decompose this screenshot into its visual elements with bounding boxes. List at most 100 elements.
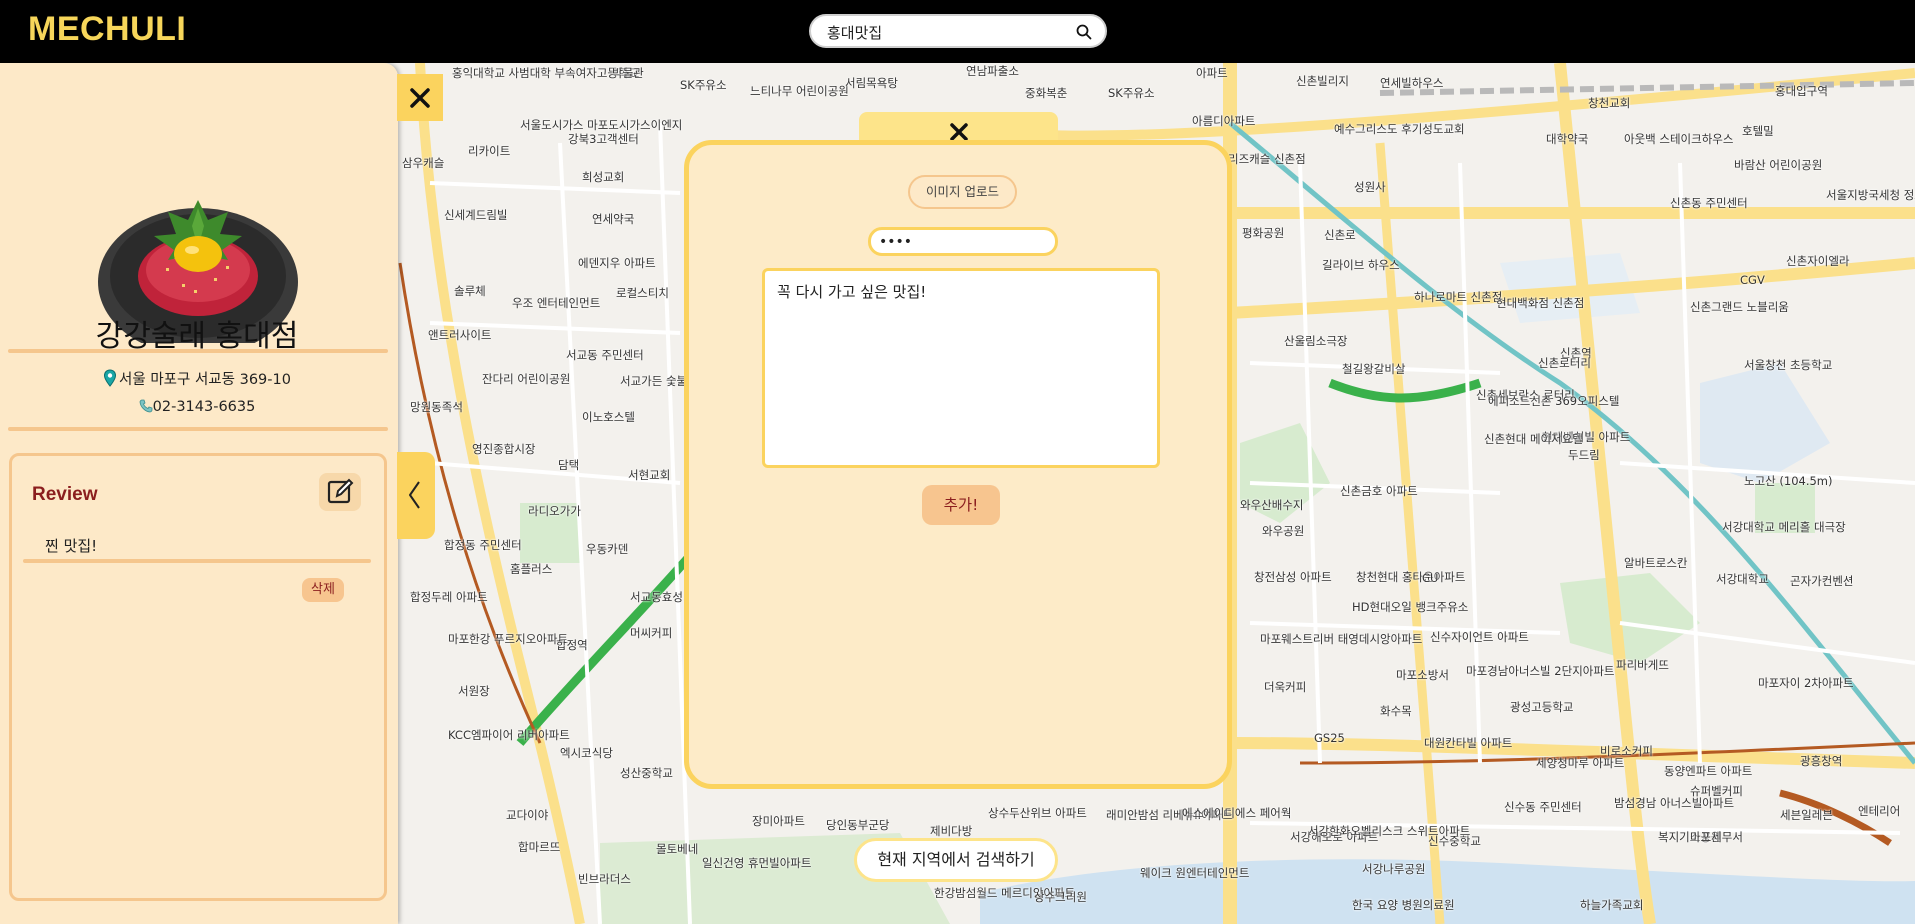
map-label: 동양엔파트 아파트 xyxy=(1664,764,1753,778)
map-label: 영진종합시장 xyxy=(472,442,536,456)
map-label: 대원칸타빌 아파트 xyxy=(1424,736,1513,750)
map-label: 신촌빌리지 xyxy=(1296,74,1349,88)
map-label: 아웃백 스테이크하우스 xyxy=(1624,132,1734,146)
map-label: 서원장 xyxy=(458,684,490,698)
image-upload-button[interactable]: 이미지 업로드 xyxy=(908,175,1017,209)
write-review-button[interactable] xyxy=(319,473,361,511)
edit-icon xyxy=(327,478,354,504)
map-label: 성원사 xyxy=(1354,180,1386,194)
map-label: 더욱커피 xyxy=(1264,680,1307,694)
restaurant-phone[interactable]: 02-3143-6635 xyxy=(153,399,256,415)
close-icon xyxy=(410,88,430,108)
map-label: 담택 xyxy=(558,458,580,472)
map-label: 솔루체 xyxy=(454,284,486,298)
map-label: 서교동 주민센터 xyxy=(566,348,644,362)
map-label: 우조 엔터테인먼트 xyxy=(512,296,601,310)
map-label: 웨이크 원엔터테인먼트 xyxy=(1140,866,1250,880)
map-label: HD현대오일 뱅크주유소 xyxy=(1352,600,1469,614)
map-label: CU xyxy=(1422,571,1439,585)
map-label: 서강대학교 xyxy=(1716,572,1769,586)
map-label: 우동카덴 xyxy=(586,542,629,556)
map-label: 연세약국 xyxy=(592,212,635,226)
review-divider xyxy=(23,559,371,563)
app-logo[interactable]: MECHULI xyxy=(28,10,186,49)
map-label: 제비다방 xyxy=(930,824,973,838)
map-label: 리즈캐슬 신촌점 xyxy=(1228,152,1306,166)
delete-review-button[interactable]: 삭제 xyxy=(302,578,344,602)
map-label: KCC엠파이어 리버아파트 xyxy=(448,728,570,742)
divider xyxy=(8,349,388,353)
map-label: 창천교회 xyxy=(1588,96,1631,110)
review-panel: Review 찐 맛집! 삭제 xyxy=(9,453,387,901)
top-bar: MECHULI xyxy=(0,0,1915,63)
map-label: 길라이브 하우스 xyxy=(1322,258,1400,272)
map-label: 평화공원 xyxy=(1242,226,1285,240)
map-label: 창천현대 홍타운아파트 xyxy=(1356,570,1466,584)
map-label: 신촌동 주민센터 xyxy=(1670,196,1748,210)
map-label: 마포소방서 xyxy=(1396,668,1449,682)
map-label: 신촌로 xyxy=(1324,228,1356,242)
map-label: 서울창천 초등학교 xyxy=(1744,358,1833,372)
map-label: 신촌로터리 xyxy=(1538,356,1591,370)
review-title: Review xyxy=(32,484,98,505)
map-label: SK주유소 xyxy=(1108,86,1155,100)
map-label: 에스에이디에스 페어웍 xyxy=(1182,806,1292,820)
map-label: 철길왕갈비살 xyxy=(1342,362,1406,376)
divider xyxy=(8,427,388,431)
search-bar xyxy=(809,14,1107,48)
phone-icon xyxy=(139,399,153,413)
map-label: 광성고등학교 xyxy=(1510,700,1574,714)
map-label: 에덴지우 아파트 xyxy=(578,256,656,270)
map-label: 로컬스티치 xyxy=(616,286,669,300)
map-label: 합마르뜨 xyxy=(518,840,561,854)
search-icon[interactable] xyxy=(1075,23,1093,41)
map-label: 비로소커피 xyxy=(1600,744,1653,758)
map-label: 희성교회 xyxy=(582,170,625,184)
collapse-sidebar-button[interactable] xyxy=(397,452,435,539)
map-label: 예수그리스도 후기성도교회 xyxy=(1334,122,1465,136)
map-label: 신촌금호 아파트 xyxy=(1340,484,1418,498)
map-label: 아름디아파트 xyxy=(1192,114,1256,128)
map-label: 알바트로스칸 xyxy=(1624,556,1688,570)
map-label: 노고산 (104.5m) xyxy=(1744,474,1833,488)
map-label: 에피소드신촌 369오피스텔 xyxy=(1488,394,1620,408)
map-label: 라디오가가 xyxy=(528,504,581,518)
map-label: 엑시코식당 xyxy=(560,746,613,760)
search-input[interactable] xyxy=(827,21,1067,43)
map-label: 서강나루공원 xyxy=(1362,862,1426,876)
search-this-area-button[interactable]: 현재 지역에서 검색하기 xyxy=(854,838,1058,882)
add-review-button[interactable]: 추가! xyxy=(922,485,1000,525)
close-sidebar-button[interactable] xyxy=(397,74,443,121)
map-label: 현대백화점 신촌점 xyxy=(1496,296,1585,310)
map-label: 빈브라더스 xyxy=(578,872,631,886)
map-label: 한국 요양 병원의료원 xyxy=(1352,898,1455,912)
password-field[interactable] xyxy=(868,227,1058,256)
map-label: 홍대입구역 xyxy=(1775,84,1828,98)
map-label: 곤자가컨벤션 xyxy=(1790,574,1854,588)
map-label: 합정두레 아파트 xyxy=(410,590,488,604)
map-label: 신수동 주민센터 xyxy=(1504,800,1582,814)
map-label: 앤트러사이트 xyxy=(428,328,492,342)
map-label: 상수크리원 xyxy=(1034,890,1087,904)
add-review-modal: 이미지 업로드 꼭 다시 가고 싶은 맛집! 추가! xyxy=(684,140,1232,789)
map-label: 중화복춘 xyxy=(1025,86,1068,100)
map-label: 마포웨스트리버 태영데시앙아파트 xyxy=(1260,632,1423,646)
map-label: 신촌그랜드 노블리움 xyxy=(1690,300,1789,314)
map-label: 와우산배수지 xyxy=(1240,498,1304,512)
map-label: 신촌자이엘라 xyxy=(1786,254,1850,268)
chevron-left-icon xyxy=(409,481,420,509)
map-label: CGV xyxy=(1740,273,1765,287)
review-textarea[interactable]: 꼭 다시 가고 싶은 맛집! xyxy=(762,268,1160,468)
map-label: 서강한화오벨리스크 스위트아파트 xyxy=(1308,824,1471,838)
map-label: 아파트 xyxy=(1196,66,1228,80)
map-label: 마포한강 푸르지오아파트 xyxy=(448,632,569,646)
map-label: 화수목 xyxy=(1380,704,1412,718)
map-label: 삼우캐슬 xyxy=(402,156,445,170)
map-label: 하늘가족교회 xyxy=(1580,898,1644,912)
map-label: 상수두산위브 아파트 xyxy=(988,806,1087,820)
restaurant-phone-row: 02-3143-6635 xyxy=(0,399,394,415)
map-label: 세븐일레븐 xyxy=(1780,808,1833,822)
map-label: 서강대학교 메리홀 대극장 xyxy=(1722,520,1846,534)
map-label: 창전삼성 아파트 xyxy=(1254,570,1332,584)
location-pin-icon xyxy=(104,369,117,387)
